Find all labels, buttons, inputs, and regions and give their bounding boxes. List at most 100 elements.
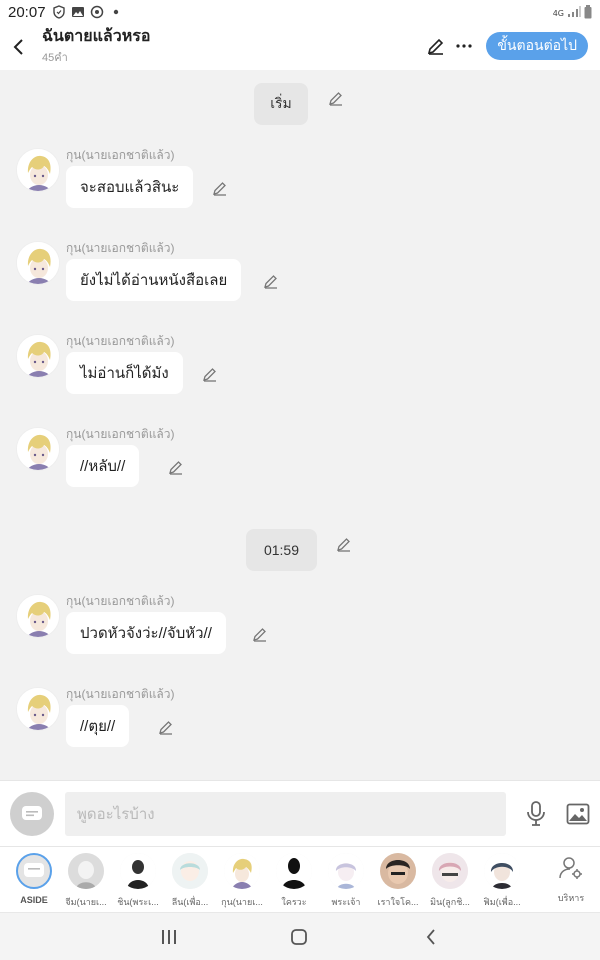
edit-message-button[interactable] [212,180,230,198]
status-bar: 20:07 4G [0,0,600,24]
edit-message-button[interactable] [263,273,281,291]
start-marker[interactable]: เริ่ม [254,83,308,125]
sender-name: กุน(นายเอกชาติแล้ว) [66,427,175,441]
next-step-button[interactable]: ขั้นตอนต่อไป [486,32,588,60]
shield-icon [52,5,66,19]
message-bubble[interactable]: //ตุย// [66,705,130,747]
avatar[interactable] [16,687,60,731]
avatar [380,853,416,889]
character-aside[interactable]: ASIDE [7,853,61,905]
chat-message: กุน(นายเอกชาติแล้ว) ยังไม่ได้อ่านหนังสือ… [0,241,600,331]
character-item[interactable]: จีม(นายเ... [59,853,113,909]
chat-message: กุน(นายเอกชาติแล้ว) ไม่อ่านก็ได้มัง [0,334,600,424]
avatar [432,853,468,889]
edit-message-button[interactable] [202,366,220,384]
back-button[interactable] [2,24,36,70]
character-name: พระเจ้า [331,897,361,907]
aside-avatar [16,853,52,889]
edit-title-button[interactable] [424,32,448,60]
signal-icon [567,6,581,20]
avatar[interactable] [16,594,60,638]
character-name: ฟิม(เพื่อ... [483,897,521,907]
character-item[interactable]: ใครวะ [267,853,321,909]
manage-label: บริหาร [557,893,585,903]
home-button[interactable] [287,925,311,949]
character-item[interactable]: กุน(นายเ... [215,853,269,909]
message-bubble[interactable]: จะสอบแล้วสินะ [66,166,194,208]
header-actions: ขั้นตอนต่อไป [424,32,588,60]
user-settings-icon [559,857,582,879]
status-time: 20:07 [8,3,46,21]
chat-message: กุน(นายเอกชาติแล้ว) //หลับ// [0,427,600,517]
network-label: 4G [552,8,564,18]
recent-apps-button[interactable] [157,925,181,949]
character-name: ใครวะ [281,897,307,907]
character-avatar-icon [17,335,59,377]
input-bar [0,780,600,846]
status-right: 4G [553,5,592,21]
character-item[interactable]: พระเจ้า [319,853,373,909]
chat-message: กุน(นายเอกชาติแล้ว) //ตุย// [0,687,600,777]
pencil-icon [213,182,226,196]
character-avatar-icon [328,853,364,889]
time-marker[interactable]: 01:59 [246,529,317,571]
character-avatar-icon [120,853,156,889]
chat-area[interactable]: เริ่ม กุน(นายเอกชาติแล้ว) จะสอบแล้วสินะ … [0,70,600,780]
image-icon [566,803,590,825]
image-button[interactable] [565,801,591,827]
edit-message-button[interactable] [158,719,176,737]
microphone-icon [527,801,545,826]
edit-message-button[interactable] [168,459,186,477]
sender-name: กุน(นายเอกชาติแล้ว) [66,148,175,162]
pencil-icon [428,38,444,55]
character-item[interactable]: ชิน(พระเ... [111,853,165,909]
message-input[interactable] [65,792,506,836]
aside-toggle-button[interactable] [10,792,54,836]
speech-bubble-icon [24,863,44,877]
character-name: จีม(นายเ... [65,897,107,907]
pencil-icon [337,538,350,552]
avatar [120,853,156,889]
edit-time-button[interactable] [336,536,354,554]
more-icon [456,44,472,48]
edit-start-button[interactable] [328,90,346,108]
word-count: 45คำ [42,52,68,64]
avatar [224,853,260,889]
chevron-left-icon [426,929,435,945]
manage-characters-button[interactable]: บริหาร [556,855,586,905]
battery-icon [584,5,592,21]
character-item[interactable]: ฟิม(เพื่อ... [475,853,529,909]
recent-apps-icon [162,930,176,944]
avatar [68,853,104,889]
avatar[interactable] [16,334,60,378]
pencil-icon [203,368,216,382]
character-avatar-icon [17,149,59,191]
message-bubble[interactable]: ไม่อ่านก็ได้มัง [66,352,183,394]
message-bubble[interactable]: ปวดหัวจังว่ะ//จับหัว// [66,612,226,654]
character-avatar-icon [484,853,520,889]
pencil-icon [264,275,277,289]
character-name: กุน(นายเ... [221,897,263,907]
avatar[interactable] [16,148,60,192]
character-item[interactable]: ลีน(เพื่อ... [163,853,217,909]
message-bubble[interactable]: //หลับ// [66,445,140,487]
mic-button[interactable] [523,801,549,827]
chat-message: กุน(นายเอกชาติแล้ว) จะสอบแล้วสินะ [0,148,600,238]
character-item[interactable]: มิน(ลูกชิ... [423,853,477,909]
dot-icon [109,5,123,19]
system-nav-bar [0,912,600,960]
system-back-button[interactable] [419,925,443,949]
more-button[interactable] [452,32,476,60]
character-avatar-icon [380,853,416,889]
message-bubble[interactable]: ยังไม่ได้อ่านหนังสือเลย [66,259,242,301]
avatar[interactable] [16,427,60,471]
silhouette-icon [276,853,312,889]
character-item[interactable]: เราใจโค... [371,853,425,909]
avatar[interactable] [16,241,60,285]
edit-message-button[interactable] [252,626,270,644]
sync-icon [90,5,104,19]
character-avatar-icon [224,853,260,889]
avatar [328,853,364,889]
pencil-icon [329,92,342,106]
character-avatar-icon [172,853,208,889]
